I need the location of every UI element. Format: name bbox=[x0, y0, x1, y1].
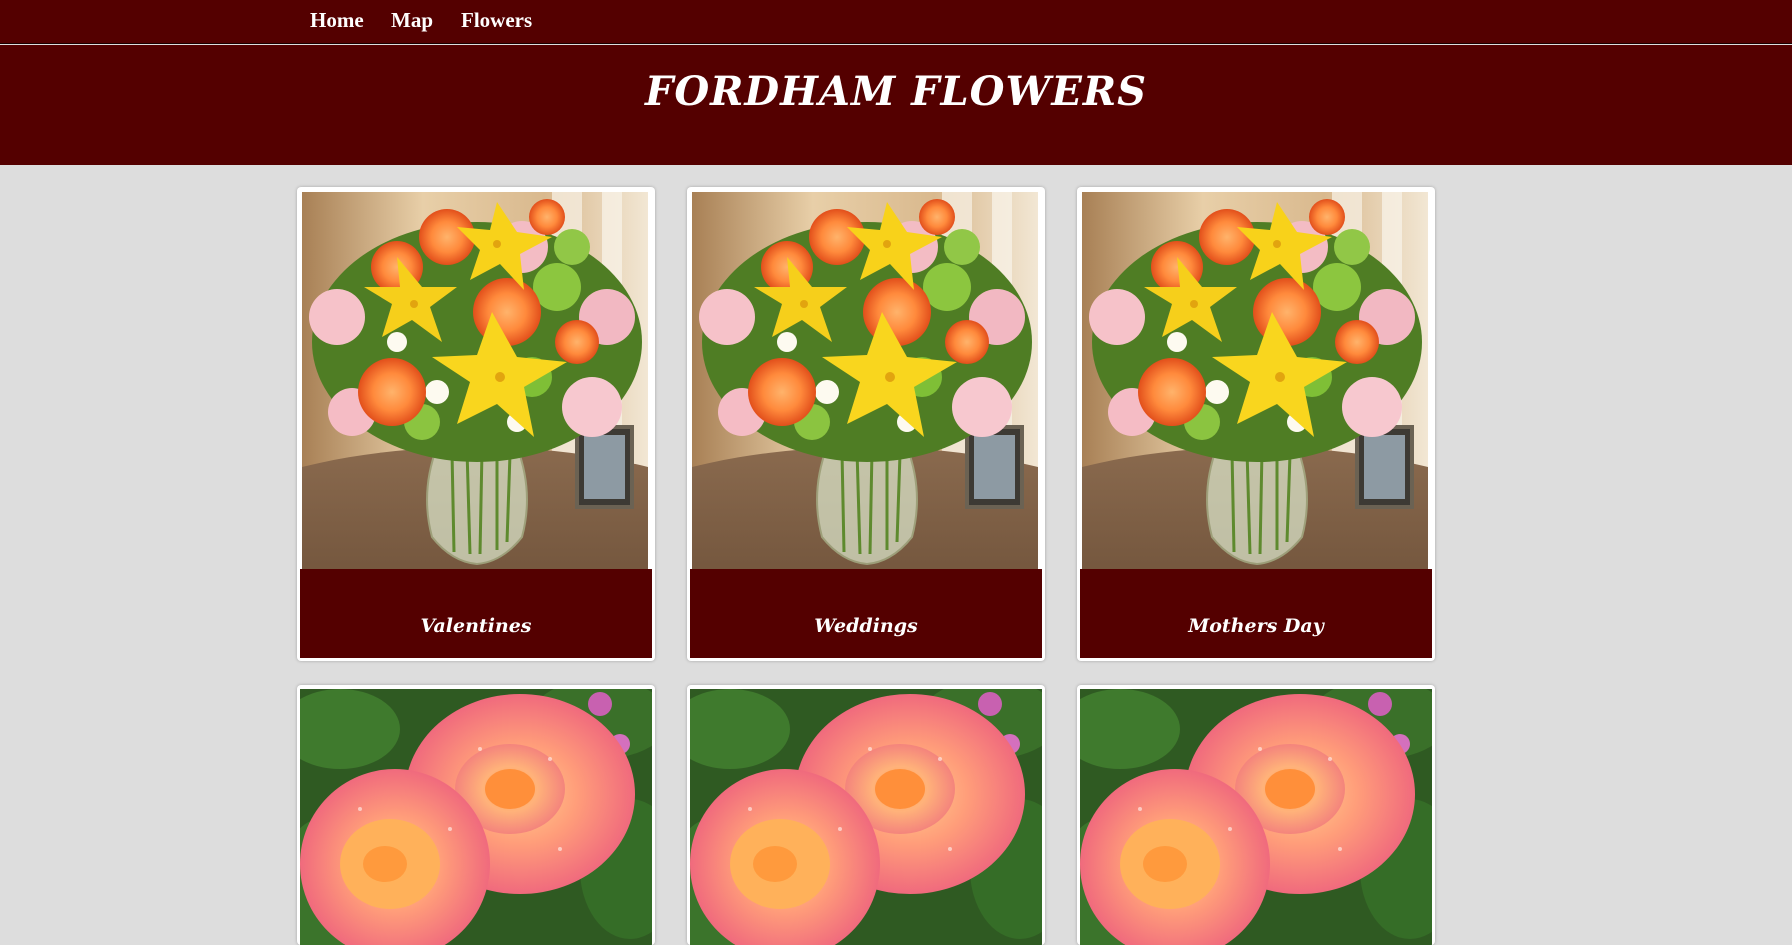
card-label: Weddings bbox=[814, 615, 918, 637]
category-card[interactable] bbox=[687, 685, 1045, 945]
category-card[interactable] bbox=[297, 685, 655, 945]
nav-link-flowers[interactable]: Flowers bbox=[461, 8, 532, 32]
card-label: Valentines bbox=[420, 615, 532, 637]
caption-bar: Valentines bbox=[300, 569, 652, 658]
mixed-bouquet-vase-image bbox=[1082, 192, 1428, 571]
nav-link-map[interactable]: Map bbox=[391, 8, 433, 32]
top-nav: Home Map Flowers bbox=[0, 0, 1792, 44]
nav-link-home[interactable]: Home bbox=[310, 8, 364, 32]
category-card[interactable] bbox=[1077, 685, 1435, 945]
peach-roses-image bbox=[300, 689, 652, 945]
caption-bar: Weddings bbox=[690, 569, 1042, 658]
card-label: Mothers Day bbox=[1188, 615, 1324, 637]
mixed-bouquet-vase-image bbox=[302, 192, 648, 571]
peach-roses-image bbox=[690, 689, 1042, 945]
category-card-weddings[interactable]: Weddings bbox=[687, 187, 1045, 661]
category-card-mothers-day[interactable]: Mothers Day bbox=[1077, 187, 1435, 661]
header-banner: FORDHAM FLOWERS bbox=[0, 45, 1792, 165]
site-title: FORDHAM FLOWERS bbox=[644, 68, 1148, 115]
category-card-valentines[interactable]: Valentines bbox=[297, 187, 655, 661]
caption-bar: Mothers Day bbox=[1080, 569, 1432, 658]
mixed-bouquet-vase-image bbox=[692, 192, 1038, 571]
peach-roses-image bbox=[1080, 689, 1432, 945]
